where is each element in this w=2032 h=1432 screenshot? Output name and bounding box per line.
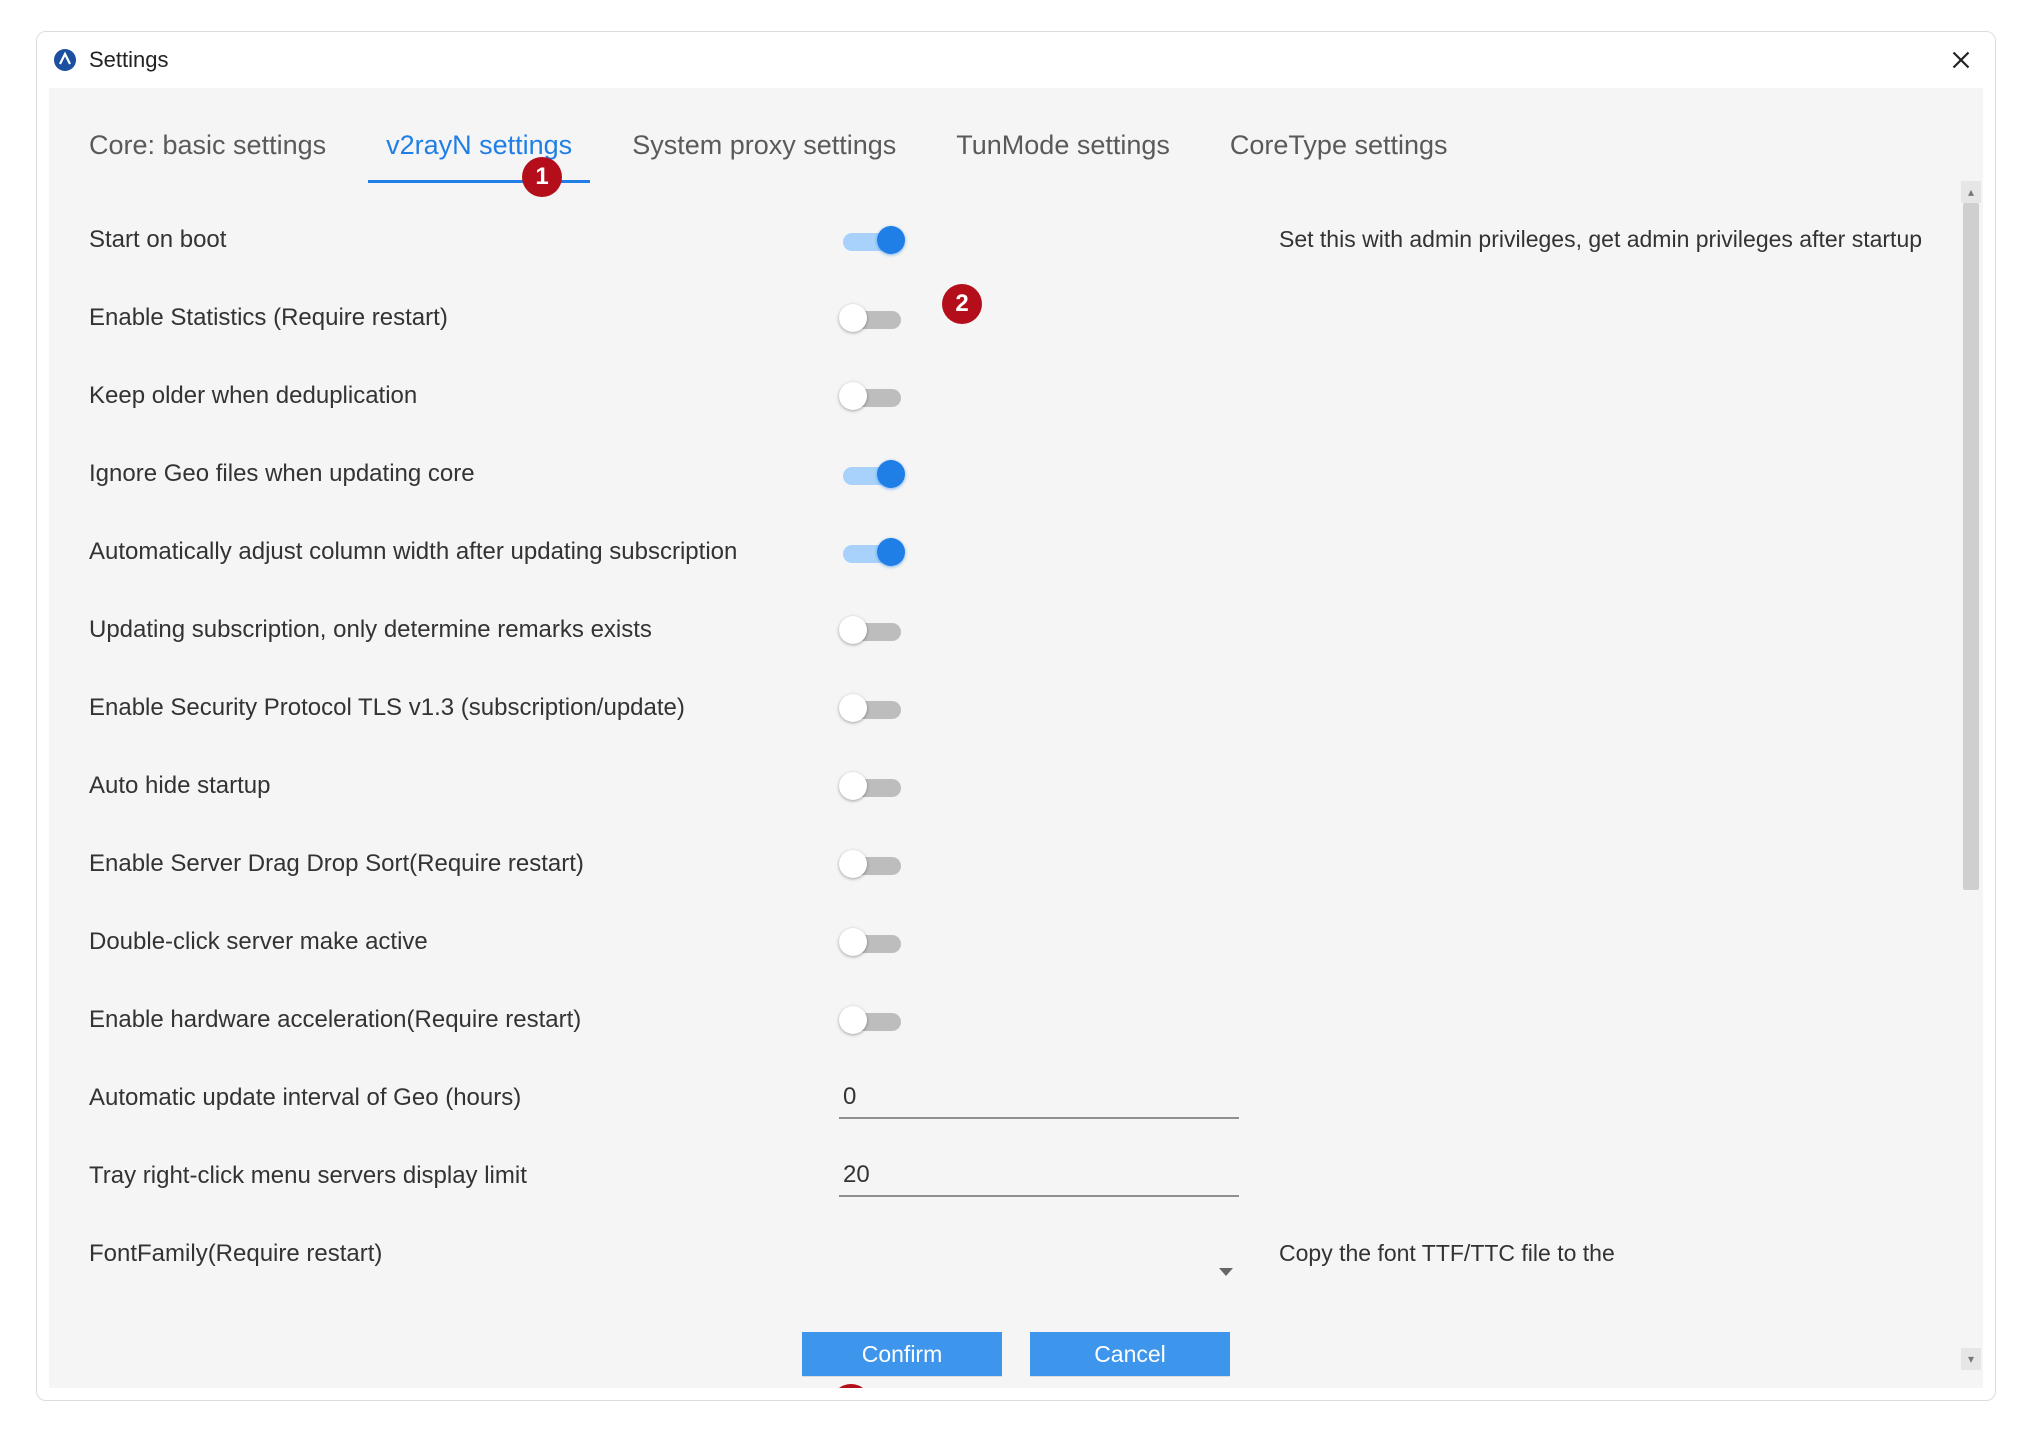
setting-row-tray-limit: Tray right-click menu servers display li…	[89, 1137, 1943, 1215]
input-tray-limit[interactable]	[839, 1155, 1239, 1197]
setting-label: Enable Statistics (Require restart)	[89, 304, 829, 332]
tab-core-basic[interactable]: Core: basic settings	[89, 112, 326, 181]
settings-window: Settings 1 2 3 Core: basic settingsv2ray…	[36, 31, 1996, 1401]
tab-system-proxy[interactable]: System proxy settings	[632, 112, 896, 181]
scroll-down-arrow-icon[interactable]: ▾	[1961, 1348, 1981, 1370]
toggle-thumb	[839, 304, 867, 332]
titlebar: Settings	[37, 32, 1995, 88]
setting-label: Double-click server make active	[89, 928, 829, 956]
setting-row-geo-interval: Automatic update interval of Geo (hours)	[89, 1059, 1943, 1137]
toggle-auto-adjust-col[interactable]	[839, 538, 905, 566]
setting-control	[839, 460, 1269, 488]
setting-row-sub-remarks-only: Updating subscription, only determine re…	[89, 591, 1943, 669]
input-geo-interval[interactable]	[839, 1077, 1239, 1119]
setting-label: FontFamily(Require restart)	[89, 1240, 829, 1268]
toggle-start-on-boot[interactable]	[839, 226, 905, 254]
setting-row-start-on-boot: Start on boot Set this with admin privile…	[89, 201, 1943, 279]
setting-control	[839, 1155, 1269, 1197]
toggle-thumb	[839, 772, 867, 800]
tab-tunmode[interactable]: TunMode settings	[956, 112, 1170, 181]
toggle-thumb	[839, 1006, 867, 1034]
toggle-sub-remarks-only[interactable]	[839, 616, 905, 644]
setting-control	[839, 1077, 1269, 1119]
toggle-ignore-geo[interactable]	[839, 460, 905, 488]
setting-control	[839, 226, 1269, 254]
setting-label: Updating subscription, only determine re…	[89, 616, 829, 644]
scrollbar-track[interactable]	[1961, 203, 1981, 1348]
setting-row-dblclick-active: Double-click server make active	[89, 903, 1943, 981]
setting-row-drag-drop-sort: Enable Server Drag Drop Sort(Require res…	[89, 825, 1943, 903]
setting-description: Copy the font TTF/TTC file to the	[1279, 1239, 1943, 1269]
annotation-marker-1: 1	[522, 157, 562, 197]
toggle-hw-accel[interactable]	[839, 1006, 905, 1034]
tabs-bar: Core: basic settingsv2rayN settingsSyste…	[49, 88, 1983, 181]
setting-label: Automatically adjust column width after …	[89, 538, 829, 566]
app-icon	[53, 48, 77, 72]
setting-label: Keep older when deduplication	[89, 382, 829, 410]
setting-control	[839, 850, 1269, 878]
setting-row-keep-older-dedup: Keep older when deduplication	[89, 357, 1943, 435]
setting-label: Ignore Geo files when updating core	[89, 460, 829, 488]
annotation-marker-2: 2	[942, 284, 982, 324]
confirm-button[interactable]: Confirm	[802, 1332, 1002, 1376]
setting-row-hw-accel: Enable hardware acceleration(Require res…	[89, 981, 1943, 1059]
setting-label: Automatic update interval of Geo (hours)	[89, 1084, 829, 1112]
setting-label: Enable hardware acceleration(Require res…	[89, 1006, 829, 1034]
settings-content: Start on boot Set this with admin privile…	[89, 201, 1943, 1388]
setting-control	[839, 616, 1269, 644]
close-icon	[1951, 50, 1971, 70]
toggle-tls13[interactable]	[839, 694, 905, 722]
setting-row-ignore-geo: Ignore Geo files when updating core	[89, 435, 1943, 513]
content-wrap: Start on boot Set this with admin privile…	[49, 181, 1983, 1388]
setting-control	[839, 382, 1269, 410]
scrollbar[interactable]: ▴ ▾	[1961, 181, 1981, 1370]
setting-control	[839, 694, 1269, 722]
setting-label: Auto hide startup	[89, 772, 829, 800]
toggle-thumb	[839, 694, 867, 722]
setting-label: Start on boot	[89, 226, 829, 254]
scrollbar-thumb[interactable]	[1963, 203, 1979, 890]
toggle-thumb	[839, 382, 867, 410]
toggle-dblclick-active[interactable]	[839, 928, 905, 956]
setting-row-enable-statistics: Enable Statistics (Require restart)	[89, 279, 1943, 357]
toggle-auto-hide-startup[interactable]	[839, 772, 905, 800]
toggle-thumb	[839, 616, 867, 644]
setting-description: Set this with admin privileges, get admi…	[1279, 225, 1943, 255]
toggle-thumb	[839, 850, 867, 878]
toggle-thumb	[877, 460, 905, 488]
toggle-thumb	[877, 538, 905, 566]
toggle-enable-statistics[interactable]	[839, 304, 905, 332]
toggle-thumb	[839, 928, 867, 956]
tab-coretype[interactable]: CoreType settings	[1230, 112, 1448, 181]
window-title: Settings	[89, 47, 169, 73]
setting-control	[839, 538, 1269, 566]
scroll-up-arrow-icon[interactable]: ▴	[1961, 181, 1981, 203]
close-button[interactable]	[1943, 42, 1979, 78]
setting-row-auto-hide-startup: Auto hide startup	[89, 747, 1943, 825]
setting-row-font-family: FontFamily(Require restart) Copy the font…	[89, 1215, 1943, 1293]
setting-control	[839, 928, 1269, 956]
setting-row-auto-adjust-col: Automatically adjust column width after …	[89, 513, 1943, 591]
toggle-keep-older-dedup[interactable]	[839, 382, 905, 410]
setting-control	[839, 304, 1269, 332]
setting-control	[839, 772, 1269, 800]
settings-body: 1 2 3 Core: basic settingsv2rayN setting…	[49, 88, 1983, 1388]
toggle-thumb	[877, 226, 905, 254]
setting-label: Tray right-click menu servers display li…	[89, 1162, 829, 1190]
setting-control	[839, 1006, 1269, 1034]
setting-label: Enable Server Drag Drop Sort(Require res…	[89, 850, 829, 878]
cancel-button[interactable]: Cancel	[1030, 1332, 1230, 1376]
setting-label: Enable Security Protocol TLS v1.3 (subsc…	[89, 694, 829, 722]
toggle-drag-drop-sort[interactable]	[839, 850, 905, 878]
setting-row-tls13: Enable Security Protocol TLS v1.3 (subsc…	[89, 669, 1943, 747]
